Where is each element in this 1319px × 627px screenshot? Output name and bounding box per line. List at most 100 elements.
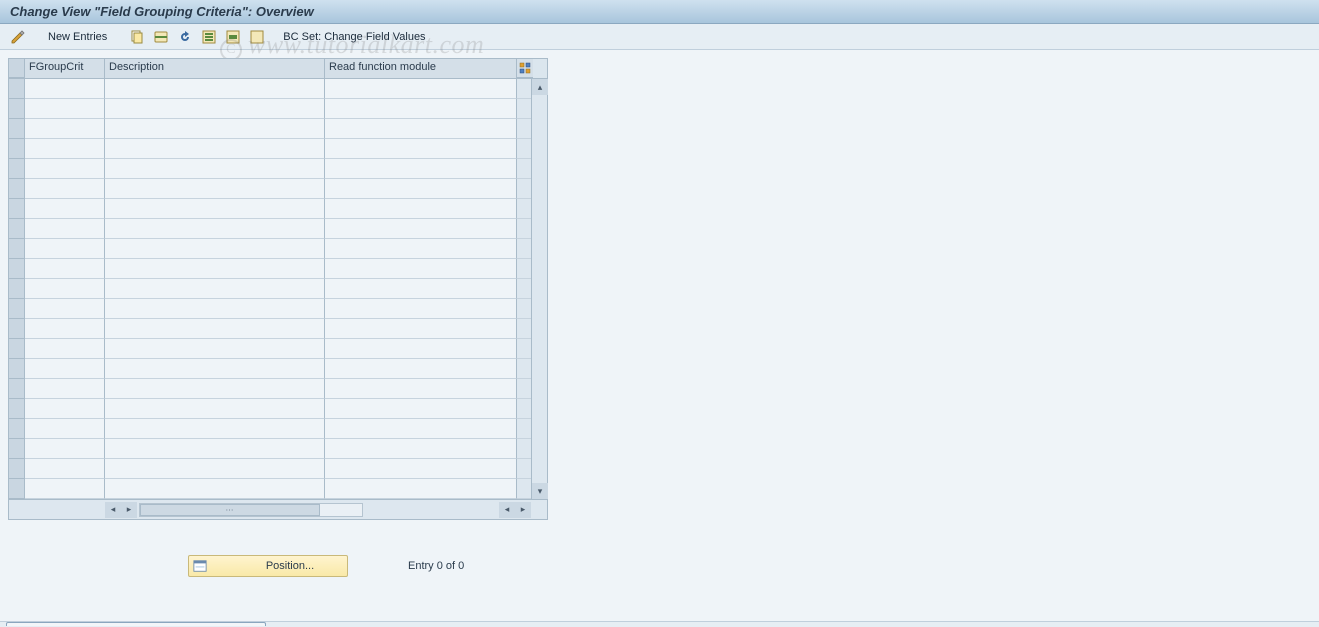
grid-cell[interactable] bbox=[105, 179, 325, 199]
col-header-read-module[interactable]: Read function module bbox=[325, 59, 517, 78]
grid-cell[interactable] bbox=[325, 239, 517, 259]
row-selector[interactable] bbox=[9, 199, 25, 219]
grid-cell[interactable] bbox=[25, 139, 105, 159]
grid-cell[interactable] bbox=[325, 339, 517, 359]
row-selector[interactable] bbox=[9, 219, 25, 239]
row-selector[interactable] bbox=[9, 159, 25, 179]
select-block-icon[interactable] bbox=[223, 28, 243, 46]
row-selector[interactable] bbox=[9, 259, 25, 279]
grid-cell[interactable] bbox=[25, 179, 105, 199]
row-selector[interactable] bbox=[9, 119, 25, 139]
grid-cell[interactable] bbox=[105, 199, 325, 219]
grid-cell[interactable] bbox=[25, 239, 105, 259]
row-selector[interactable] bbox=[9, 299, 25, 319]
grid-cell[interactable] bbox=[325, 319, 517, 339]
grid-cell[interactable] bbox=[25, 119, 105, 139]
row-selector[interactable] bbox=[9, 439, 25, 459]
position-button[interactable]: Position... bbox=[188, 555, 348, 577]
grid-cell[interactable] bbox=[105, 119, 325, 139]
grid-cell[interactable] bbox=[105, 299, 325, 319]
grid-cell[interactable] bbox=[325, 159, 517, 179]
grid-cell[interactable] bbox=[325, 99, 517, 119]
grid-cell[interactable] bbox=[325, 259, 517, 279]
grid-cell[interactable] bbox=[25, 339, 105, 359]
row-selector[interactable] bbox=[9, 79, 25, 99]
bc-set-label[interactable]: BC Set: Change Field Values bbox=[281, 31, 427, 43]
scroll-left-icon[interactable]: ◂ bbox=[105, 502, 121, 518]
scroll-down-icon[interactable]: ▾ bbox=[532, 483, 548, 499]
select-all-icon[interactable] bbox=[199, 28, 219, 46]
grid-cell[interactable] bbox=[105, 479, 325, 499]
grid-cell[interactable] bbox=[25, 99, 105, 119]
grid-cell[interactable] bbox=[325, 439, 517, 459]
grid-cell[interactable] bbox=[325, 79, 517, 99]
row-selector[interactable] bbox=[9, 359, 25, 379]
deselect-all-icon[interactable] bbox=[247, 28, 267, 46]
grid-cell[interactable] bbox=[105, 419, 325, 439]
row-selector[interactable] bbox=[9, 459, 25, 479]
grid-cell[interactable] bbox=[105, 239, 325, 259]
grid-cell[interactable] bbox=[105, 319, 325, 339]
grid-cell[interactable] bbox=[105, 279, 325, 299]
grid-cell[interactable] bbox=[25, 159, 105, 179]
row-selector[interactable] bbox=[9, 339, 25, 359]
grid-cell[interactable] bbox=[105, 379, 325, 399]
change-display-toggle-icon[interactable] bbox=[8, 28, 28, 46]
grid-cell[interactable] bbox=[325, 459, 517, 479]
grid-cell[interactable] bbox=[325, 379, 517, 399]
grid-cell[interactable] bbox=[25, 199, 105, 219]
row-selector[interactable] bbox=[9, 239, 25, 259]
undo-change-icon[interactable] bbox=[175, 28, 195, 46]
hscroll-thumb[interactable]: ⋯ bbox=[140, 504, 320, 516]
grid-cell[interactable] bbox=[325, 219, 517, 239]
delete-icon[interactable] bbox=[151, 28, 171, 46]
grid-cell[interactable] bbox=[25, 459, 105, 479]
grid-cell[interactable] bbox=[25, 259, 105, 279]
grid-cell[interactable] bbox=[325, 119, 517, 139]
grid-horizontal-scrollbar[interactable]: ◂ ▸ ⋯ ◂ ▸ bbox=[9, 499, 547, 519]
copy-as-icon[interactable] bbox=[127, 28, 147, 46]
hscroll-track[interactable]: ⋯ bbox=[139, 503, 363, 517]
grid-cell[interactable] bbox=[105, 339, 325, 359]
grid-cell[interactable] bbox=[25, 279, 105, 299]
grid-cell[interactable] bbox=[25, 439, 105, 459]
statusbar-tab[interactable] bbox=[6, 622, 266, 626]
col-header-description[interactable]: Description bbox=[105, 59, 325, 78]
grid-cell[interactable] bbox=[105, 79, 325, 99]
grid-cell[interactable] bbox=[105, 99, 325, 119]
grid-cell[interactable] bbox=[25, 319, 105, 339]
grid-cell[interactable] bbox=[325, 399, 517, 419]
grid-cell[interactable] bbox=[25, 399, 105, 419]
grid-cell[interactable] bbox=[25, 299, 105, 319]
row-selector[interactable] bbox=[9, 379, 25, 399]
grid-cell[interactable] bbox=[105, 139, 325, 159]
row-selector[interactable] bbox=[9, 479, 25, 499]
grid-cell[interactable] bbox=[105, 219, 325, 239]
row-selector[interactable] bbox=[9, 99, 25, 119]
grid-cell[interactable] bbox=[325, 359, 517, 379]
grid-cell[interactable] bbox=[105, 359, 325, 379]
new-entries-button[interactable]: New Entries bbox=[42, 28, 113, 46]
grid-cell[interactable] bbox=[25, 219, 105, 239]
grid-cell[interactable] bbox=[105, 399, 325, 419]
scroll-right-icon[interactable]: ▸ bbox=[515, 502, 531, 518]
row-selector[interactable] bbox=[9, 319, 25, 339]
grid-cell[interactable] bbox=[25, 359, 105, 379]
col-header-fgroupcrit[interactable]: FGroupCrit bbox=[25, 59, 105, 78]
grid-select-all[interactable] bbox=[9, 59, 25, 78]
row-selector[interactable] bbox=[9, 279, 25, 299]
grid-cell[interactable] bbox=[325, 299, 517, 319]
row-selector[interactable] bbox=[9, 399, 25, 419]
grid-cell[interactable] bbox=[325, 179, 517, 199]
scroll-up-icon[interactable]: ▴ bbox=[532, 79, 548, 95]
grid-configure-icon[interactable] bbox=[517, 59, 533, 78]
grid-cell[interactable] bbox=[325, 479, 517, 499]
grid-cell[interactable] bbox=[25, 79, 105, 99]
scroll-right-step-icon[interactable]: ▸ bbox=[121, 502, 137, 518]
grid-vertical-scrollbar[interactable]: ▴ ▾ bbox=[531, 79, 547, 499]
grid-cell[interactable] bbox=[25, 419, 105, 439]
row-selector[interactable] bbox=[9, 179, 25, 199]
row-selector[interactable] bbox=[9, 419, 25, 439]
grid-cell[interactable] bbox=[325, 419, 517, 439]
grid-cell[interactable] bbox=[105, 259, 325, 279]
